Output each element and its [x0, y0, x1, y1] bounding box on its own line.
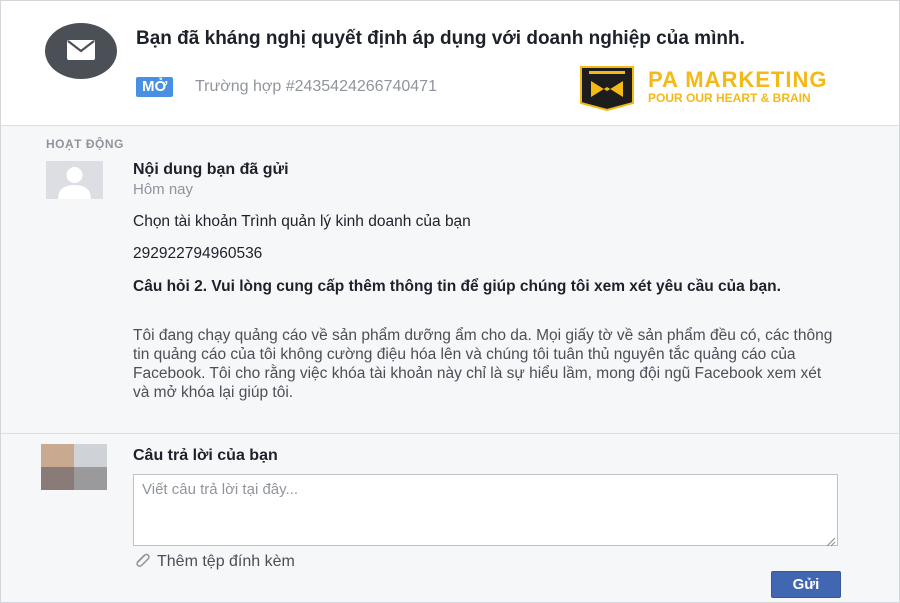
case-number: Trường hợp #2435424266740471	[195, 78, 437, 95]
case-title: Bạn đã kháng nghị quyết định áp dụng với…	[136, 28, 745, 49]
activity-section-label: HOẠT ĐỘNG	[46, 137, 124, 151]
section-divider	[1, 433, 899, 434]
attachment-icon	[133, 552, 151, 573]
sender-timestamp: Hôm nay	[133, 181, 194, 198]
pa-marketing-logo-icon	[579, 65, 635, 112]
case-header: Bạn đã kháng nghị quyết định áp dụng với…	[1, 1, 899, 126]
sender-title: Nội dung bạn đã gửi	[133, 161, 289, 178]
add-attachment-link[interactable]: Thêm tệp đính kèm	[133, 552, 295, 572]
reply-title: Câu trả lời của bạn	[133, 447, 278, 464]
avatar-pixel	[41, 444, 74, 467]
status-badge: MỞ	[136, 77, 174, 97]
user-avatar	[41, 444, 107, 490]
send-button[interactable]: Gửi	[771, 571, 841, 598]
question-1-answer: 292922794960536	[133, 245, 263, 262]
sender-avatar	[46, 161, 103, 199]
avatar-pixel	[74, 467, 107, 490]
resize-grip-icon[interactable]	[826, 534, 836, 552]
question-2: Câu hỏi 2. Vui lòng cung cấp thêm thông …	[133, 278, 781, 295]
support-case-panel: Bạn đã kháng nghị quyết định áp dụng với…	[0, 0, 900, 603]
question-2-answer: Tôi đang chạy quảng cáo về sản phẩm dưỡn…	[133, 327, 833, 401]
reply-textarea[interactable]	[133, 474, 838, 546]
mail-icon	[45, 23, 117, 79]
avatar-pixel	[74, 444, 107, 467]
logo-brand: PA MARKETING	[648, 67, 828, 92]
avatar-pixel	[41, 467, 74, 490]
logo-tagline: POUR OUR HEART & BRAIN	[648, 91, 811, 105]
add-attachment-label: Thêm tệp đính kèm	[157, 553, 295, 570]
question-1: Chọn tài khoản Trình quản lý kinh doanh …	[133, 213, 471, 230]
